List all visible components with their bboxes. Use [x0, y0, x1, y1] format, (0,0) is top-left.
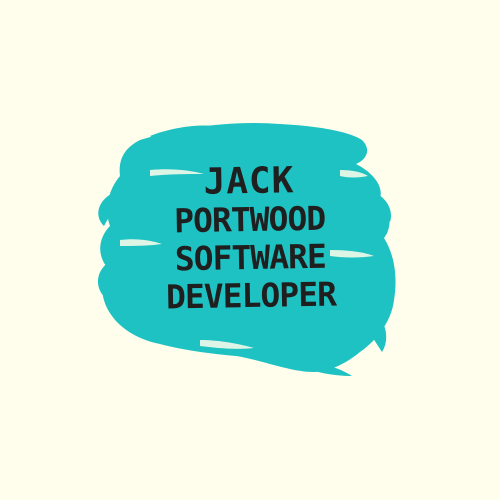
logo-line-role-2: DEVELOPER [165, 274, 337, 317]
logo-line-last-name: PORTWOOD [173, 198, 326, 241]
logo-line-role-1: SOFTWARE [174, 236, 327, 279]
logo-title: JACK PORTWOOD SOFTWARE DEVELOPER [124, 160, 377, 317]
logo-line-first-name: JACK [203, 160, 295, 203]
logo-canvas: JACK PORTWOOD SOFTWARE DEVELOPER [0, 0, 500, 500]
